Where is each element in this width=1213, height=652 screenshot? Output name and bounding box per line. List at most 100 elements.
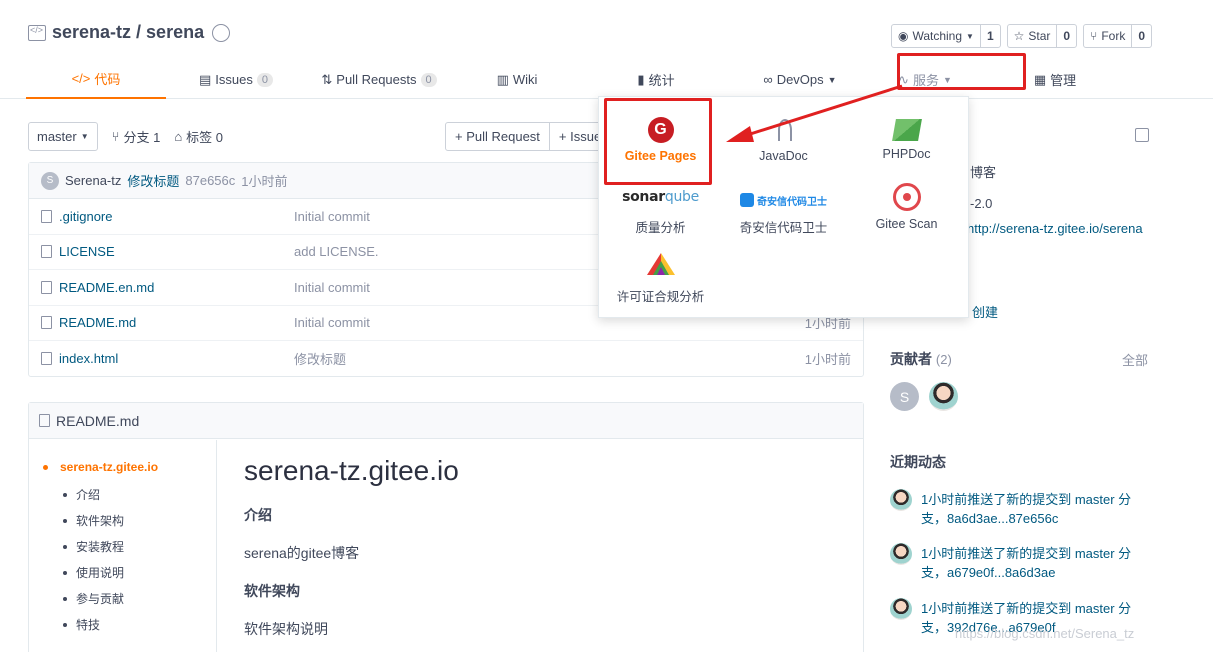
readme-filename: README.md [56,412,140,429]
edit-icon[interactable] [1135,128,1149,142]
star-button[interactable]: ☆ Star 0 [1006,24,1078,48]
annotation-arrow [726,84,903,142]
commit-author[interactable]: Serena-tz [65,173,121,188]
service-label: 质量分析 [635,221,686,235]
tags-label: 标签 0 [186,130,224,145]
star-count[interactable]: 0 [1057,25,1076,47]
file-icon [41,245,52,259]
branch-icon: ⑂ [111,129,120,144]
activity-commits[interactable]: 支，8a6d3ae...87e656c [921,508,1058,527]
activity-title: 近期动态 [890,454,946,470]
activity-commits[interactable]: 支，a679e0f...8a6d3ae [921,562,1055,581]
tab-stats[interactable]: ▮ 统计 [582,60,730,99]
watch-label: Watching [912,29,963,43]
watch-count[interactable]: 1 [981,25,1000,47]
file-icon [41,280,52,294]
avatar[interactable]: S [890,382,919,411]
toc-item[interactable]: 使用说明 [63,564,124,581]
commit-time: 1小时前 [241,174,288,189]
tag-icon: ⌂ [174,129,183,144]
branches-label: 分支 1 [123,130,161,145]
file-name[interactable]: index.html [59,351,118,366]
activity-text[interactable]: 1小时前推送了新的提交到 master 分 [921,598,1131,617]
fork-button[interactable]: ⑂ Fork 0 [1083,24,1152,48]
commit-message[interactable]: 修改标题 [127,171,179,190]
commit-hash[interactable]: 87e656c [185,173,235,188]
toc-root-link[interactable]: serena-tz.gitee.io [43,460,158,474]
file-icon [41,316,52,330]
repo-homepage-link[interactable]: http://serena-tz.gitee.io/serena [967,221,1143,236]
toc-item[interactable]: 介绍 [63,486,100,503]
star-icon: ☆ [1013,29,1025,43]
contributors-list: S [890,382,958,411]
new-pull-request-button[interactable]: + Pull Request [446,123,549,150]
avatar[interactable] [890,489,912,511]
toc-item[interactable]: 参与贡献 [63,590,124,607]
eye-icon: ◉ [897,29,909,43]
table-row[interactable]: index.html 修改标题 1小时前 [29,341,863,377]
readme-paragraph: serena的gitee博客 [244,545,360,561]
file-commit-message[interactable]: Initial commit [294,315,370,330]
file-commit-message[interactable]: Initial commit [294,209,370,224]
toc-item[interactable]: 软件架构 [63,512,124,529]
branch-select-value: master [37,129,77,144]
manage-icon: ▦ [1033,71,1047,87]
readme-panel: README.md serena-tz.gitee.io 介绍 软件架构 安装教… [28,402,864,652]
wiki-icon: ▥ [496,71,509,87]
tags-link[interactable]: ⌂ 标签 0 [174,127,223,146]
file-name[interactable]: LICENSE [59,244,115,259]
file-commit-time: 1小时前 [804,352,851,368]
tab-issues[interactable]: ▤ Issues 0 [166,60,306,99]
branches-link[interactable]: ⑂ 分支 1 [112,127,161,146]
contributors-all-link[interactable]: 全部 [1122,350,1148,369]
toc-item[interactable]: 安装教程 [63,538,124,555]
watch-button[interactable]: ◉ Watching ▼ 1 [890,24,1001,48]
service-license-compliance[interactable]: 许可证合规分析 [599,251,722,305]
file-commit-message[interactable]: Initial commit [294,280,370,295]
tab-code[interactable]: </> 代码 [26,60,166,99]
activity-text[interactable]: 1小时前推送了新的提交到 master 分 [921,489,1131,508]
avatar[interactable]: S [41,171,59,190]
fork-count[interactable]: 0 [1132,25,1151,47]
file-name[interactable]: README.en.md [59,280,154,295]
readme-heading: 介绍 [244,507,272,523]
contributors-label: 贡献者 [890,351,932,367]
repo-separator: / [131,22,147,42]
qianxin-logo-text: 奇安信代码卫士 [757,196,827,208]
sonar-logo-b: qube [664,189,699,205]
repo-owner-link[interactable]: serena-tz [52,22,131,43]
service-sonarqube[interactable]: sonarqube 质量分析 [599,189,722,236]
tab-pull-requests[interactable]: ⇅ Pull Requests 0 [306,60,452,99]
avatar[interactable] [890,543,912,565]
repo-name-link[interactable]: serena [146,22,204,43]
service-qianxin[interactable]: 奇安信代码卫士 奇安信代码卫士 [722,189,845,236]
fork-icon: ⑂ [1090,29,1098,43]
issues-icon: ▤ [199,71,212,87]
repo-license[interactable]: -2.0 [970,196,992,211]
avatar[interactable] [890,598,912,620]
file-name[interactable]: README.md [59,315,136,330]
sonar-logo-a: sonar [622,189,665,205]
service-label: 许可证合规分析 [616,290,705,304]
file-commit-message[interactable]: 修改标题 [294,349,346,368]
repo-title: serena-tz / serena [28,22,231,43]
file-icon [41,209,52,223]
tab-issues-count: 0 [256,72,273,87]
service-label: JavaDoc [759,149,808,163]
qianxin-icon: 奇安信代码卫士 [722,189,845,211]
branch-select[interactable]: master ▼ [28,122,98,151]
file-name[interactable]: .gitignore [59,209,112,224]
tab-wiki[interactable]: ▥ Wiki [452,60,582,99]
code-repo-icon [28,24,46,41]
recommend-badge-icon [212,23,231,42]
toc-item[interactable]: 特技 [63,616,100,633]
readme-content: serena-tz.gitee.io 介绍 serena的gitee博客 软件架… [244,455,459,652]
file-commit-message[interactable]: add LICENSE. [294,244,379,259]
avatar[interactable] [929,382,958,411]
repo-description: 博客 [970,165,997,180]
tab-manage-label: 管理 [1050,73,1077,88]
service-gitee-scan[interactable]: Gitee Scan [845,183,968,231]
activity-text[interactable]: 1小时前推送了新的提交到 master 分 [921,543,1131,562]
activity-item: 1小时前推送了新的提交到 master 分 支，a679e0f...8a6d3a… [890,543,1160,583]
pull-request-icon: ⇅ [321,71,333,87]
